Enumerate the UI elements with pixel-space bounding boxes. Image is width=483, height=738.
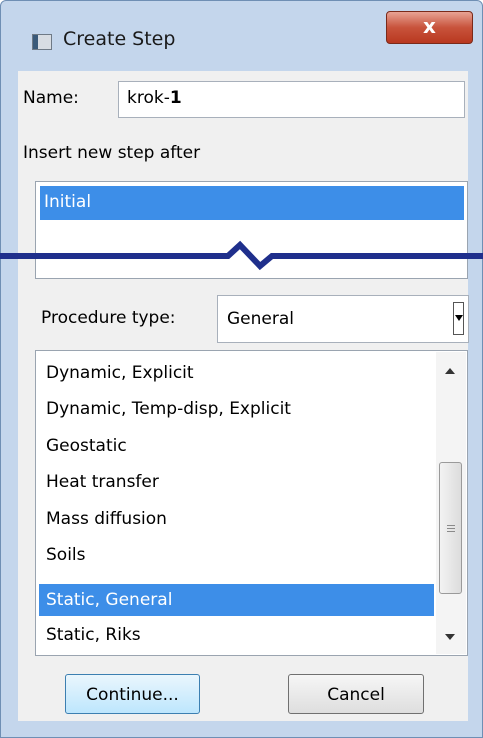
- procedure-list[interactable]: Dynamic, Explicit Dynamic, Temp-disp, Ex…: [35, 350, 468, 656]
- procedure-item[interactable]: Dynamic, Explicit: [42, 357, 432, 389]
- continue-button[interactable]: Continue...: [65, 674, 200, 714]
- window-title: Create Step: [63, 28, 176, 50]
- step-item-initial[interactable]: Initial: [40, 186, 464, 220]
- procedure-item[interactable]: Static, Riks: [42, 619, 432, 651]
- close-icon: x: [423, 14, 436, 38]
- procedure-item[interactable]: Mass diffusion: [42, 503, 432, 535]
- cancel-button[interactable]: Cancel: [288, 674, 424, 714]
- name-value-suffix: 1: [169, 88, 182, 108]
- scroll-down-icon[interactable]: [445, 634, 455, 640]
- close-button[interactable]: x: [386, 11, 473, 44]
- insert-after-label: Insert new step after: [23, 143, 201, 163]
- name-input[interactable]: krok-1: [118, 81, 465, 118]
- grip-line: [447, 525, 455, 526]
- procedure-type-select[interactable]: General: [217, 295, 469, 343]
- window-icon: [32, 34, 52, 50]
- procedure-scrollbar[interactable]: [436, 352, 466, 654]
- procedure-type-label: Procedure type:: [41, 308, 176, 328]
- grip-line: [447, 528, 455, 529]
- procedure-item[interactable]: Soils: [42, 539, 432, 571]
- scroll-up-icon[interactable]: [445, 368, 455, 374]
- scroll-thumb[interactable]: [439, 462, 462, 594]
- title-bar[interactable]: Create Step x: [1, 1, 482, 59]
- procedure-type-value: General: [227, 309, 294, 329]
- chevron-down-icon[interactable]: [453, 302, 464, 335]
- procedure-item[interactable]: Dynamic, Temp-disp, Explicit: [42, 393, 432, 425]
- name-value-prefix: krok-: [127, 88, 170, 108]
- grip-line: [447, 531, 455, 532]
- name-label: Name:: [23, 88, 79, 108]
- procedure-item[interactable]: Geostatic: [42, 430, 432, 462]
- break-line-icon: [0, 240, 483, 271]
- procedure-item[interactable]: Heat transfer: [42, 466, 432, 498]
- procedure-item-selected[interactable]: Static, General: [39, 584, 434, 616]
